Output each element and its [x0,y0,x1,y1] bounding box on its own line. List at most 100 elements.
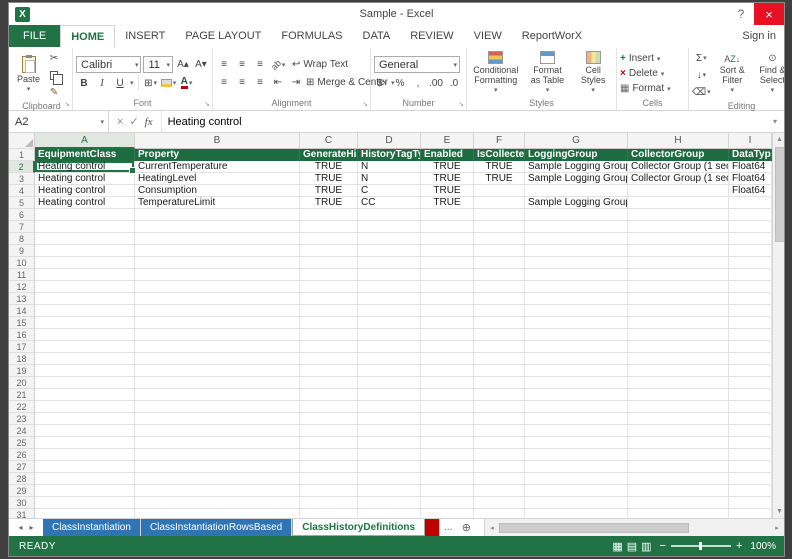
cell-G9[interactable] [525,245,628,257]
cell-C5[interactable]: TRUE [300,197,358,209]
underline-button[interactable]: U [112,75,128,91]
row-header-6[interactable]: 6 [9,209,35,221]
cell-A25[interactable] [35,437,135,449]
column-header-B[interactable]: B [135,133,300,149]
cell-H1[interactable]: CollectorGroup [628,149,729,161]
cell-F8[interactable] [474,233,525,245]
cell-C16[interactable] [300,329,358,341]
row-header-11[interactable]: 11 [9,269,35,281]
cell-I11[interactable] [729,269,772,281]
sign-in-link[interactable]: Sign in [742,25,784,47]
cell-A21[interactable] [35,389,135,401]
row-header-14[interactable]: 14 [9,305,35,317]
cell-A27[interactable] [35,461,135,473]
cell-A1[interactable]: EquipmentClass [35,149,135,161]
cell-H31[interactable] [628,509,729,518]
cell-D30[interactable] [358,497,421,509]
cell-F3[interactable]: TRUE [474,173,525,185]
cell-G14[interactable] [525,305,628,317]
cell-E7[interactable] [421,221,474,233]
cell-H11[interactable] [628,269,729,281]
cell-G12[interactable] [525,281,628,293]
column-header-D[interactable]: D [358,133,421,149]
cell-B31[interactable] [135,509,300,518]
cell-F21[interactable] [474,389,525,401]
alignment-dialog-launcher[interactable]: ↘ [362,100,368,108]
cell-G3[interactable]: Sample Logging Group [525,173,628,185]
vertical-scrollbar[interactable]: ▲ ▼ [772,133,784,518]
select-all-corner[interactable] [9,133,35,149]
cell-F4[interactable] [474,185,525,197]
cell-I10[interactable] [729,257,772,269]
bold-button[interactable]: B [76,75,92,91]
autosum-button[interactable]: Σ▾ [692,50,711,66]
align-left-button[interactable]: ≡ [216,75,232,91]
new-sheet-button[interactable]: ⊕ [456,519,476,536]
cell-H16[interactable] [628,329,729,341]
cell-I9[interactable] [729,245,772,257]
cell-A6[interactable] [35,209,135,221]
sheet-nav-right-arrow[interactable]: ▸ [30,523,34,532]
cell-F9[interactable] [474,245,525,257]
row-header-8[interactable]: 8 [9,233,35,245]
cell-D12[interactable] [358,281,421,293]
cell-D23[interactable] [358,413,421,425]
cell-E24[interactable] [421,425,474,437]
find-select-button[interactable]: ⊙ Find & Select▾ [754,54,785,96]
page-layout-view-button[interactable]: ▤ [627,540,637,553]
cell-G20[interactable] [525,377,628,389]
ribbon-tab-page-layout[interactable]: PAGE LAYOUT [175,25,271,47]
cell-I7[interactable] [729,221,772,233]
cell-H5[interactable] [628,197,729,209]
row-header-24[interactable]: 24 [9,425,35,437]
cell-H23[interactable] [628,413,729,425]
normal-view-button[interactable]: ▦ [612,540,622,553]
cell-B4[interactable]: Consumption [135,185,300,197]
sheet-tab-colored-3[interactable] [425,519,440,536]
cell-I29[interactable] [729,485,772,497]
cell-H26[interactable] [628,449,729,461]
row-header-3[interactable]: 3 [9,173,35,185]
cell-E14[interactable] [421,305,474,317]
cell-I3[interactable]: Float64 [729,173,772,185]
cell-F6[interactable] [474,209,525,221]
cell-B11[interactable] [135,269,300,281]
page-break-view-button[interactable]: ▥ [641,540,651,553]
sheet-tab-classinstantiation[interactable]: ClassInstantiation [43,519,141,536]
cell-C22[interactable] [300,401,358,413]
cell-A4[interactable]: Heating control [35,185,135,197]
italic-button[interactable]: I [94,75,110,91]
zoom-slider-thumb[interactable] [699,542,702,550]
cell-A26[interactable] [35,449,135,461]
cell-B10[interactable] [135,257,300,269]
cell-D9[interactable] [358,245,421,257]
cell-F16[interactable] [474,329,525,341]
cell-H28[interactable] [628,473,729,485]
cell-B30[interactable] [135,497,300,509]
cell-F18[interactable] [474,353,525,365]
cell-C9[interactable] [300,245,358,257]
row-header-10[interactable]: 10 [9,257,35,269]
cell-F14[interactable] [474,305,525,317]
cell-E16[interactable] [421,329,474,341]
cancel-entry-button[interactable]: × [117,116,123,128]
cell-D18[interactable] [358,353,421,365]
cell-H12[interactable] [628,281,729,293]
cell-H19[interactable] [628,365,729,377]
cell-C7[interactable] [300,221,358,233]
cell-I31[interactable] [729,509,772,518]
cell-B7[interactable] [135,221,300,233]
cell-D15[interactable] [358,317,421,329]
cell-E29[interactable] [421,485,474,497]
cell-E5[interactable]: TRUE [421,197,474,209]
cell-E17[interactable] [421,341,474,353]
cell-C12[interactable] [300,281,358,293]
cell-A17[interactable] [35,341,135,353]
cell-A9[interactable] [35,245,135,257]
cell-C25[interactable] [300,437,358,449]
cell-H17[interactable] [628,341,729,353]
row-header-2[interactable]: 2 [9,161,35,173]
cell-B26[interactable] [135,449,300,461]
cell-B6[interactable] [135,209,300,221]
help-button[interactable]: ? [728,3,754,25]
